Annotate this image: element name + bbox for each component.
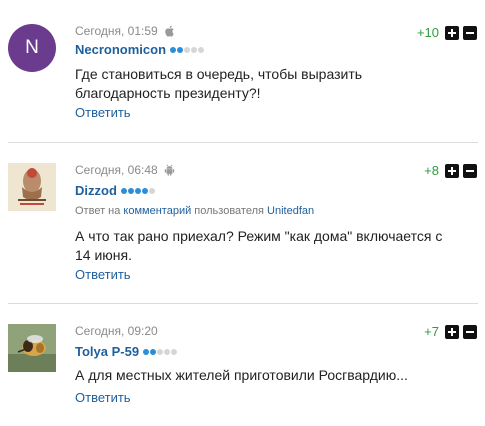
vote-controls: +10	[417, 25, 477, 40]
rating-dot-filled	[143, 348, 150, 355]
comment-item: Сегодня, 06:48 Dizzod Ответ на комментар…	[0, 143, 485, 303]
rating-dot-empty	[184, 46, 191, 53]
author-name[interactable]: Necronomicon	[75, 42, 166, 57]
comment-item: Сегодня, 09:20 Tolya P-59 А для местных …	[0, 304, 485, 426]
downvote-button[interactable]	[463, 163, 477, 178]
avatar[interactable]	[8, 163, 56, 211]
comment-meta: Сегодня, 06:48	[75, 163, 175, 177]
rating-dot-empty	[198, 46, 205, 53]
vote-controls: +8	[424, 163, 477, 178]
rating-dot-empty	[157, 348, 164, 355]
rating-dot-filled	[134, 187, 141, 194]
reply-context: Ответ на комментарий пользователя United…	[75, 205, 314, 217]
upvote-button[interactable]	[445, 25, 459, 40]
rating-dot-filled	[141, 187, 148, 194]
comment-text: А что так рано приехал? Режим "как дома"…	[75, 228, 443, 263]
apple-icon	[164, 25, 174, 37]
comment-score: +7	[424, 324, 439, 339]
avatar-image	[8, 324, 56, 372]
user-rating	[170, 46, 205, 53]
rating-dot-empty	[171, 348, 178, 355]
rating-dot-empty	[191, 46, 198, 53]
author-row: Necronomicon	[75, 42, 205, 57]
downvote-button[interactable]	[463, 25, 477, 40]
user-rating	[120, 187, 155, 194]
avatar[interactable]	[8, 324, 56, 372]
avatar[interactable]: N	[8, 24, 56, 72]
reply-middle: пользователя	[194, 205, 264, 217]
comment-score: +10	[416, 25, 439, 40]
rating-dot-filled	[177, 46, 184, 53]
author-name[interactable]: Tolya P-59	[75, 344, 139, 359]
comment-meta: Сегодня, 01:59	[75, 24, 175, 38]
reply-user-link[interactable]: Unitedfan	[267, 205, 314, 217]
avatar-letter: N	[25, 37, 39, 58]
rating-dot-empty	[148, 187, 155, 194]
vote-controls: +7	[424, 324, 477, 339]
comment-text: А для местных жителей приготовили Росгва…	[75, 367, 408, 383]
android-icon	[164, 164, 174, 176]
rating-dot-filled	[150, 348, 157, 355]
rating-dot-filled	[170, 46, 177, 53]
comment-text: Где становиться в очередь, чтобы выразит…	[75, 66, 363, 101]
reply-button[interactable]: Ответить	[75, 267, 131, 282]
rating-dot-empty	[164, 348, 171, 355]
comment-meta: Сегодня, 09:20	[75, 324, 158, 338]
author-name[interactable]: Dizzod	[75, 183, 117, 198]
reply-prefix: Ответ на	[75, 205, 121, 217]
reply-comment-link[interactable]: комментарий	[123, 205, 191, 217]
comments-list: N Сегодня, 01:59 Necronomicon Где станов…	[0, 0, 485, 426]
author-row: Dizzod	[75, 183, 155, 198]
author-row: Tolya P-59	[75, 344, 178, 359]
comment-time: Сегодня, 06:48	[75, 163, 158, 177]
rating-dot-filled	[120, 187, 127, 194]
comment-time: Сегодня, 09:20	[75, 324, 158, 338]
rating-dot-filled	[127, 187, 134, 194]
comment-score: +8	[424, 163, 439, 178]
downvote-button[interactable]	[463, 324, 477, 339]
comment-item: N Сегодня, 01:59 Necronomicon Где станов…	[0, 0, 485, 142]
comment-time: Сегодня, 01:59	[75, 24, 158, 38]
reply-button[interactable]: Ответить	[75, 390, 131, 405]
user-rating	[143, 348, 178, 355]
reply-button[interactable]: Ответить	[75, 105, 131, 120]
upvote-button[interactable]	[445, 163, 459, 178]
upvote-button[interactable]	[445, 324, 459, 339]
avatar-image	[8, 163, 56, 211]
